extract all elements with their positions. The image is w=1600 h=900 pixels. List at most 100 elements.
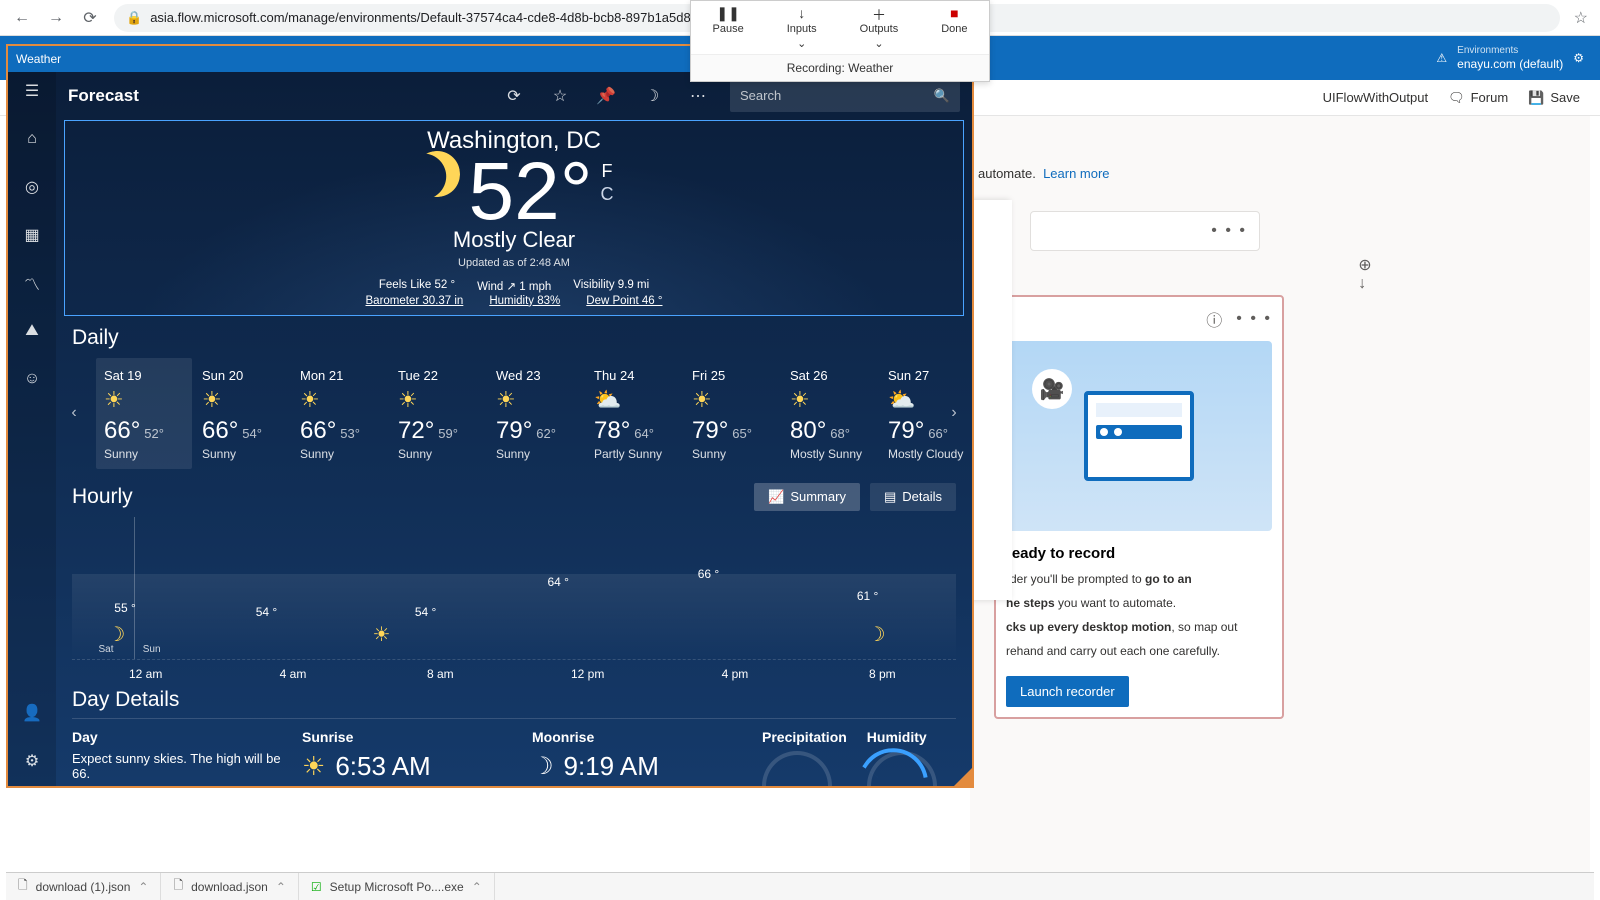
scroll-right-icon[interactable]: ›: [944, 404, 964, 422]
history-icon[interactable]: ▦: [21, 224, 43, 246]
file-icon: 🗋: [18, 876, 28, 897]
temp-point: 55 °: [114, 601, 135, 615]
hour-tick: 4 am: [219, 667, 366, 681]
trends-icon[interactable]: 〽: [21, 272, 43, 294]
info-icon[interactable]: ⓘ: [1206, 307, 1222, 331]
precip-gauge: [762, 751, 832, 786]
updated-text: Updated as of 2:48 AM: [65, 257, 963, 269]
day-card[interactable]: Tue 22 ☀ 72°59° Sunny: [390, 358, 486, 469]
moon-icon: [411, 147, 464, 200]
day-details-heading: Day Details: [72, 688, 956, 712]
url-text: asia.flow.microsoft.com/manage/environme…: [150, 10, 752, 25]
recorder-toolbar: ❚❚Pause ↓Inputs⌄ ＋Outputs⌄ ■Done Recordi…: [690, 0, 990, 82]
day-card[interactable]: Mon 21 ☀ 66°53° Sunny: [292, 358, 388, 469]
day-card[interactable]: Sat 19 ☀ 66°52° Sunny: [96, 358, 192, 469]
step-menu-icon[interactable]: • • •: [1211, 222, 1247, 240]
unit-c[interactable]: C: [601, 184, 614, 205]
chevron-up-icon[interactable]: ⌃: [276, 880, 286, 894]
search-box[interactable]: 🔍: [730, 80, 960, 112]
moonrise-icon: ☽: [532, 752, 554, 781]
reload-button[interactable]: ⟳: [80, 8, 100, 28]
settings-gear-icon[interactable]: ⚙: [1573, 51, 1584, 65]
hourly-heading: Hourly: [72, 485, 133, 509]
unit-f[interactable]: F: [601, 161, 614, 182]
home-icon[interactable]: ⌂: [21, 128, 43, 150]
current-temp: 52°: [468, 151, 592, 233]
details-tab[interactable]: ▤Details: [870, 483, 956, 511]
search-input[interactable]: [740, 88, 934, 103]
chevron-down-icon: ⌄: [797, 37, 806, 50]
menu-icon[interactable]: ☰: [21, 80, 43, 102]
environment-picker[interactable]: Environments enayu.com (default): [1457, 45, 1563, 71]
weather-window: Weather — ▢ ✕ ☰ ⌂ ◎ ▦ 〽 ⛰ ☺ 👤 ⚙ Forecast: [6, 44, 974, 788]
stop-icon: ■: [950, 5, 958, 21]
flow-name[interactable]: UIFlowWithOutput: [1323, 90, 1428, 105]
favorite-icon[interactable]: ☆: [546, 82, 574, 110]
temp-point: 61 °: [857, 589, 878, 603]
chevron-up-icon[interactable]: ⌃: [472, 880, 482, 894]
current-conditions[interactable]: Washington, DC 52° F C Mostly Clear Upda…: [64, 120, 964, 316]
page-title: Forecast: [68, 86, 139, 106]
day-card[interactable]: Sun 20 ☀ 66°54° Sunny: [194, 358, 290, 469]
hour-tick: 8 pm: [809, 667, 956, 681]
search-icon[interactable]: 🔍: [934, 88, 950, 104]
sunrise-icon: ☀: [302, 751, 325, 782]
alert-icon[interactable]: ⚠: [1436, 51, 1447, 65]
temp-point: 54 °: [256, 605, 277, 619]
humidity-label: Humidity: [867, 729, 937, 745]
sun-icon: ☀: [790, 387, 870, 413]
outputs-button[interactable]: ＋Outputs⌄: [854, 5, 905, 50]
resize-handle[interactable]: [954, 768, 972, 786]
moonrise-label: Moonrise: [532, 729, 742, 745]
panel-title: ready to record: [1006, 545, 1272, 562]
scroll-left-icon[interactable]: ‹: [64, 404, 84, 422]
day-card[interactable]: Sat 26 ☀ 80°68° Mostly Sunny: [782, 358, 878, 469]
learn-more-link[interactable]: Learn more: [1043, 166, 1109, 181]
precip-label: Precipitation: [762, 729, 847, 745]
temp-point: 66 °: [698, 567, 719, 581]
sun-icon: ☀: [300, 387, 380, 413]
night-icon[interactable]: ☽: [638, 82, 666, 110]
recorder-step-card: ⓘ • • • 🎥 ready to record rder you'll be…: [994, 295, 1284, 719]
forum-button[interactable]: 🗨Forum: [1448, 90, 1508, 106]
places-icon[interactable]: ⛰: [21, 320, 43, 342]
hint-text: automate. Learn more: [978, 166, 1590, 181]
refresh-icon[interactable]: ⟳: [500, 82, 528, 110]
save-button[interactable]: 💾Save: [1528, 90, 1580, 106]
hourly-chart[interactable]: Sat Sun ☽ ☀ ☽ 55 °54 °54 °64 °66 °61 ° 1…: [72, 517, 956, 660]
day-label: Day: [72, 729, 282, 745]
back-button[interactable]: ←: [12, 8, 32, 28]
pause-button[interactable]: ❚❚Pause: [707, 5, 750, 50]
more-icon[interactable]: ⋯: [684, 82, 712, 110]
sunrise-time: 6:53 AM: [335, 751, 430, 782]
chevron-up-icon[interactable]: ⌃: [138, 880, 148, 894]
settings-icon[interactable]: ⚙: [21, 750, 43, 772]
download-item[interactable]: 🗋download.json⌃: [161, 873, 298, 900]
download-item[interactable]: 🗋download (1).json⌃: [6, 873, 161, 900]
done-button[interactable]: ■Done: [935, 5, 973, 50]
plus-icon: ＋: [872, 5, 886, 21]
day-card[interactable]: Fri 25 ☀ 79°65° Sunny: [684, 358, 780, 469]
window-title: Weather: [16, 52, 61, 66]
feedback-icon[interactable]: ☺: [21, 368, 43, 390]
day-card[interactable]: Wed 23 ☀ 79°62° Sunny: [488, 358, 584, 469]
sun-icon: ☀: [202, 387, 282, 413]
daily-heading: Daily: [72, 326, 956, 350]
list-icon: ▤: [884, 489, 896, 505]
flow-step-placeholder[interactable]: • • •: [1030, 211, 1260, 251]
cloud-icon: ⛅: [594, 387, 674, 413]
pin-icon[interactable]: 📌: [592, 82, 620, 110]
download-item[interactable]: ☑Setup Microsoft Po....exe⌃: [299, 873, 495, 900]
temp-point: 54 °: [415, 605, 436, 619]
launch-recorder-button[interactable]: Launch recorder: [1006, 676, 1129, 707]
day-card[interactable]: Thu 24 ⛅ 78°64° Partly Sunny: [586, 358, 682, 469]
bookmark-star-icon[interactable]: ☆: [1574, 8, 1588, 28]
inputs-button[interactable]: ↓Inputs⌄: [781, 5, 823, 50]
forward-button[interactable]: →: [46, 8, 66, 28]
summary-tab[interactable]: 📈Summary: [754, 483, 860, 511]
add-step-connector[interactable]: ⊕↓: [1140, 255, 1590, 293]
sun-icon: ☀: [398, 387, 478, 413]
account-icon[interactable]: 👤: [21, 702, 43, 724]
maps-icon[interactable]: ◎: [21, 176, 43, 198]
step-menu-icon[interactable]: • • •: [1236, 310, 1272, 328]
